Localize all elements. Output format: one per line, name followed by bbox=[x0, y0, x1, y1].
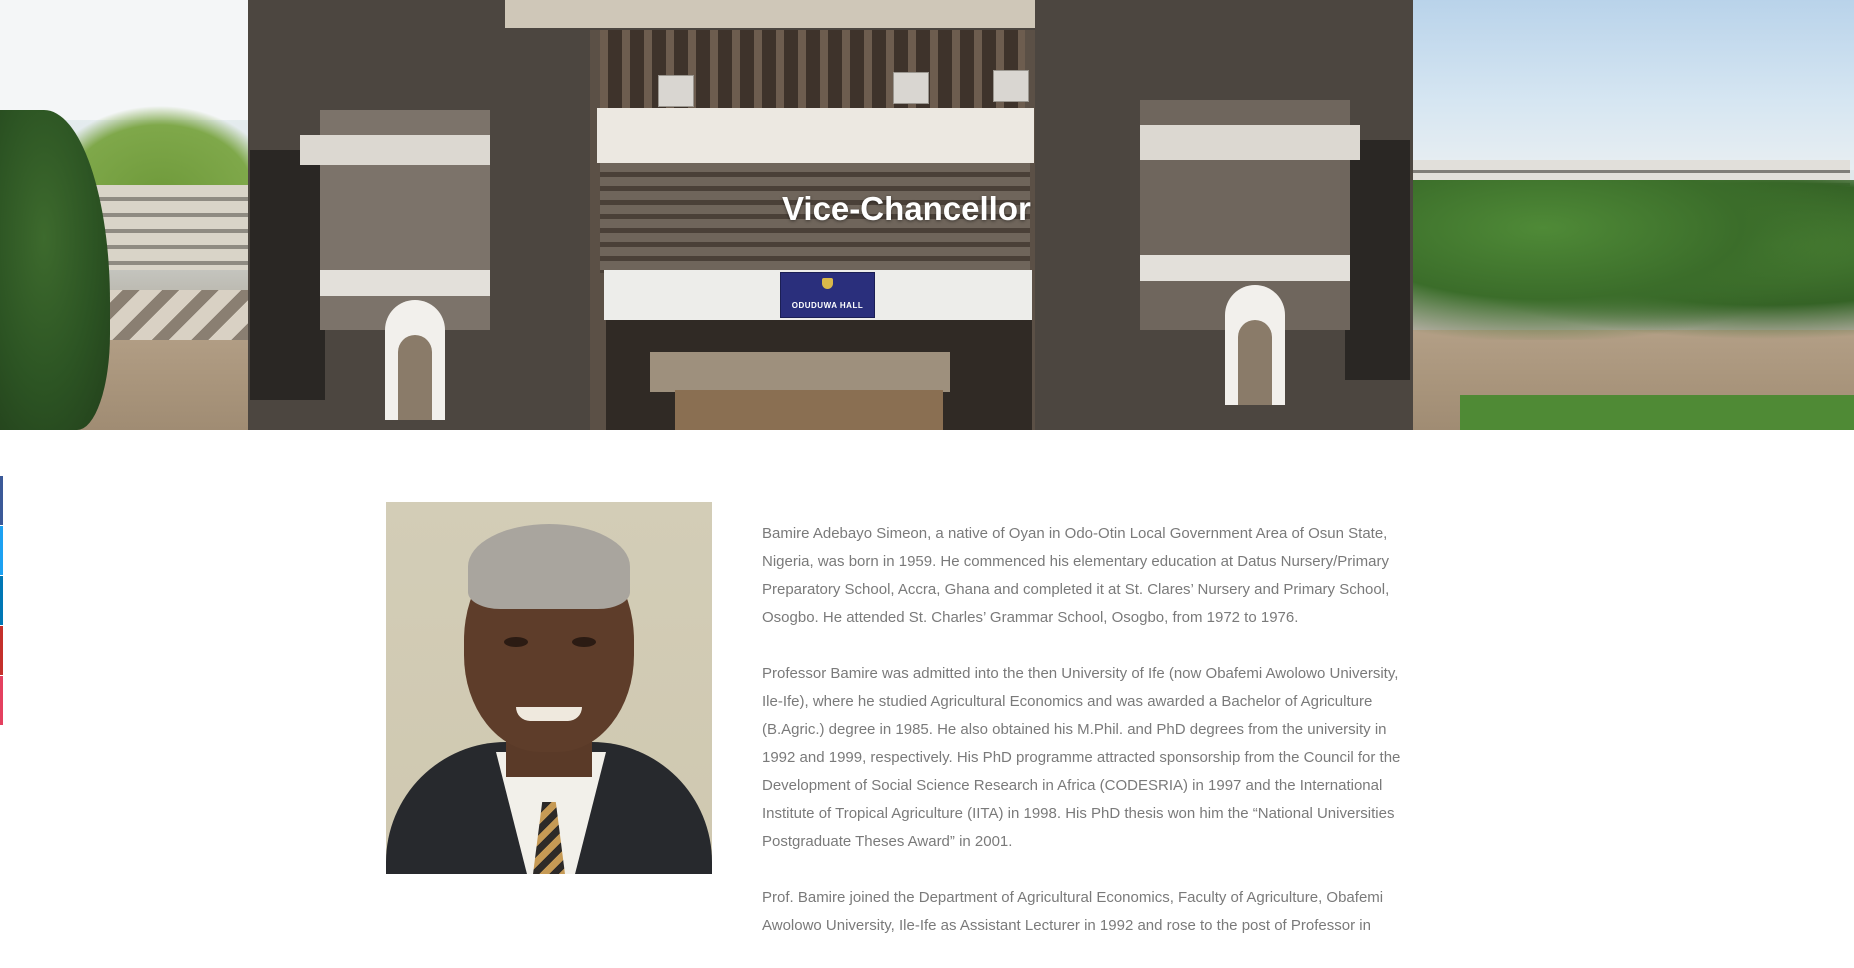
trees bbox=[1410, 180, 1854, 340]
crest-icon bbox=[822, 278, 833, 289]
instagram-icon[interactable] bbox=[0, 676, 3, 725]
smile bbox=[516, 707, 582, 721]
pillar bbox=[250, 150, 325, 400]
eye bbox=[572, 637, 596, 647]
ac-unit bbox=[658, 75, 694, 107]
bio-paragraph: Prof. Bamire joined the Department of Ag… bbox=[762, 889, 1384, 934]
hall-sign: ODUDUWA HALL bbox=[780, 272, 875, 318]
hall-band bbox=[597, 108, 1034, 163]
arch-opening bbox=[398, 335, 432, 420]
hero-banner: ODUDUWA HALL Vice-Chancellor bbox=[0, 0, 1854, 430]
chevron-mural bbox=[100, 290, 250, 340]
twitter-icon[interactable] bbox=[0, 526, 3, 575]
bio-paragraph: Bamire Adebayo Simeon, a native of Oyan … bbox=[762, 525, 1390, 626]
hall-roof-edge bbox=[505, 0, 1035, 28]
biography: Bamire Adebayo Simeon, a native of Oyan … bbox=[762, 520, 1407, 968]
sky bbox=[0, 0, 250, 120]
vice-chancellor-photo bbox=[386, 502, 712, 874]
hall-sign-text: ODUDUWA HALL bbox=[791, 301, 864, 310]
deck-base bbox=[675, 390, 943, 430]
linkedin-icon[interactable] bbox=[0, 576, 3, 625]
page-title: Vice-Chancellor bbox=[782, 190, 1031, 227]
eye bbox=[504, 637, 528, 647]
pillar bbox=[1345, 140, 1410, 380]
hall-band bbox=[1140, 255, 1350, 281]
deck bbox=[650, 352, 950, 392]
social-share-bar bbox=[0, 476, 3, 726]
hair bbox=[468, 524, 630, 609]
facebook-icon[interactable] bbox=[0, 476, 3, 525]
bio-paragraph: Professor Bamire was admitted into the t… bbox=[762, 665, 1401, 850]
sky bbox=[1400, 0, 1854, 170]
arch-opening bbox=[1238, 320, 1272, 405]
hall-band bbox=[300, 135, 490, 165]
ac-unit bbox=[993, 70, 1029, 102]
lawn bbox=[1460, 395, 1854, 430]
hall-band bbox=[320, 270, 490, 296]
ac-unit bbox=[893, 72, 929, 104]
youtube-icon[interactable] bbox=[0, 626, 3, 675]
hall-band bbox=[1140, 125, 1360, 160]
